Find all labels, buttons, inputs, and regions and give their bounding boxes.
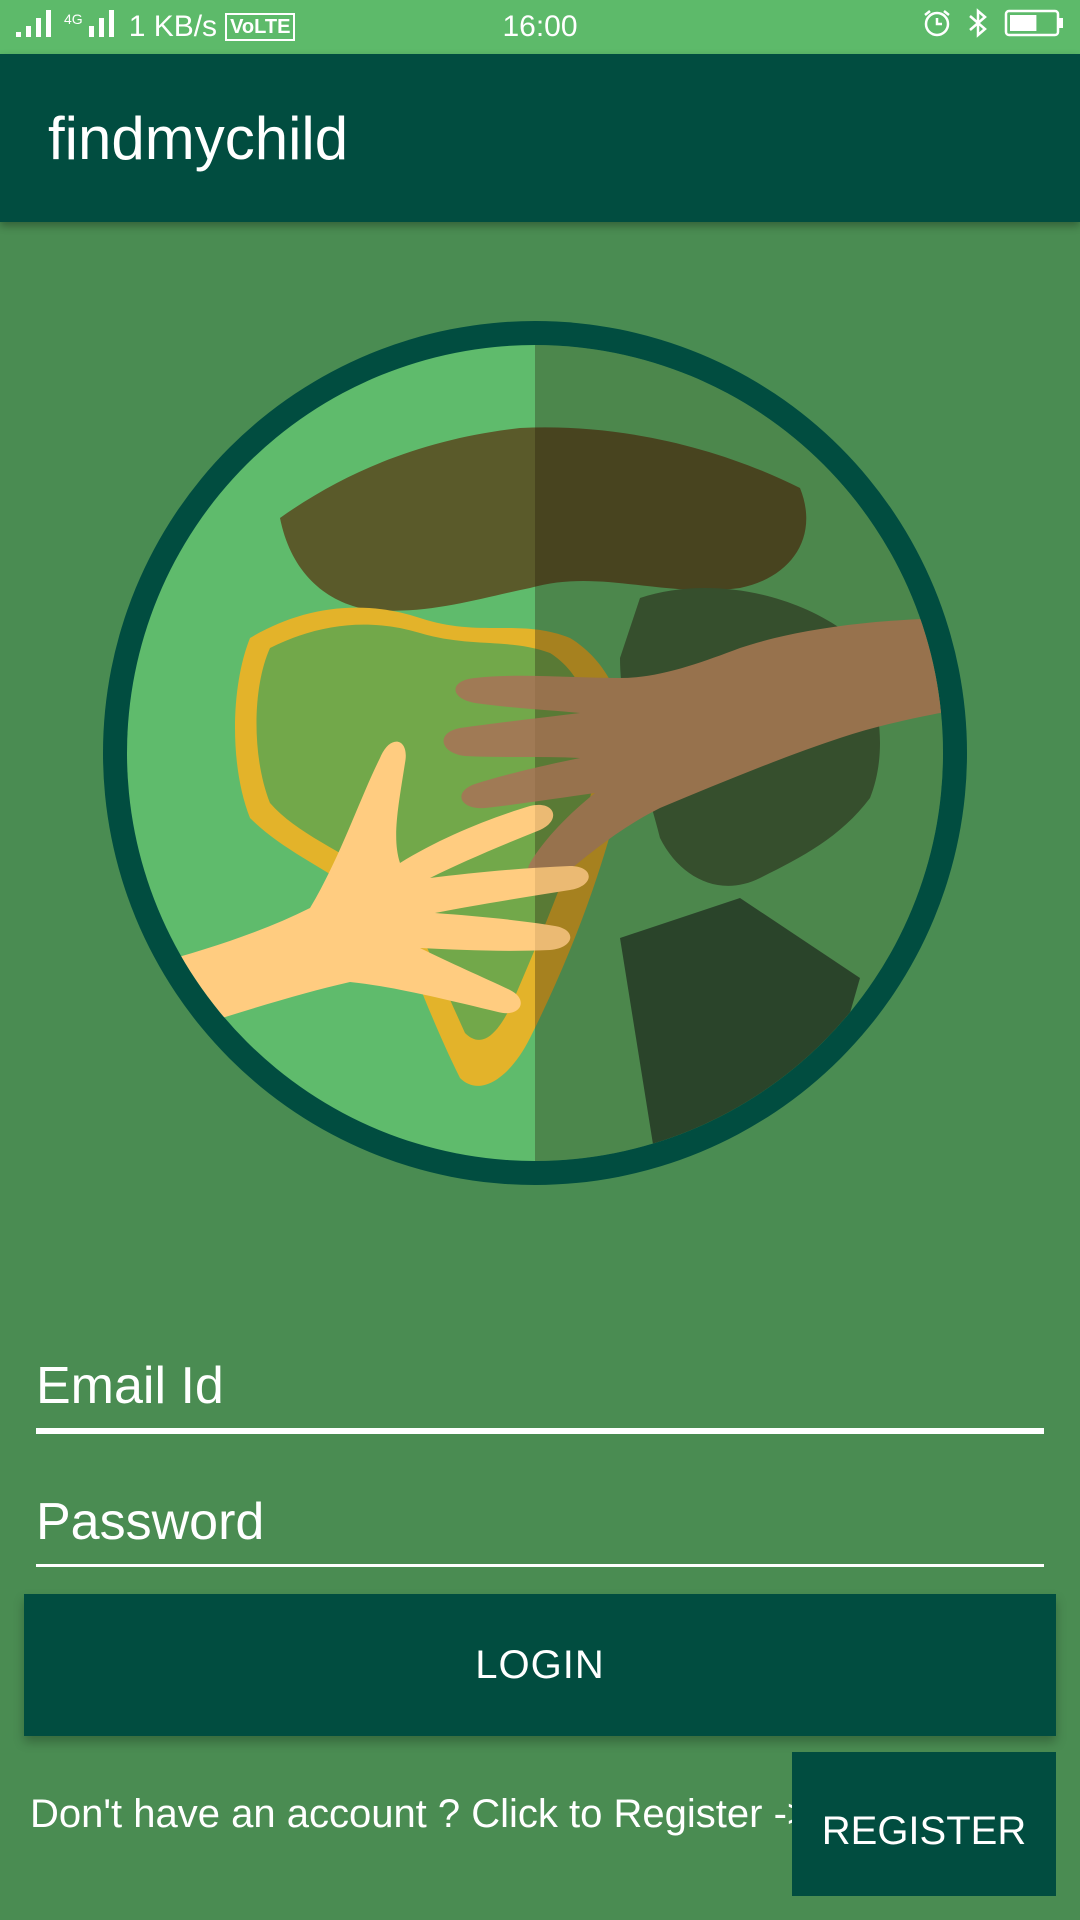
network-type: 4G xyxy=(64,11,83,27)
battery-icon xyxy=(1004,8,1066,46)
bluetooth-icon xyxy=(966,7,990,47)
email-underline xyxy=(36,1428,1044,1434)
status-left: 4G 1 KB/s VoLTE xyxy=(14,0,296,54)
password-underline xyxy=(36,1564,1044,1567)
email-input[interactable] xyxy=(36,1356,1044,1416)
email-field-wrap xyxy=(36,1356,1044,1436)
globe-hands-logo xyxy=(100,318,970,1188)
password-field-wrap xyxy=(36,1492,1044,1572)
password-input[interactable] xyxy=(36,1492,1044,1552)
signal-icon xyxy=(14,8,56,46)
volte-badge: VoLTE xyxy=(225,13,296,41)
network-speed: 1 KB/s xyxy=(128,10,218,43)
status-bar: 4G 1 KB/s VoLTE 16:00 xyxy=(0,0,1080,54)
app-title: findmychild xyxy=(48,105,349,172)
signal-4g-icon xyxy=(87,8,121,46)
alarm-icon xyxy=(922,8,952,46)
app-bar: findmychild xyxy=(0,54,1080,222)
login-button[interactable]: LOGIN xyxy=(24,1594,1056,1736)
register-prompt: Don't have an account ? Click to Registe… xyxy=(30,1792,811,1836)
status-time: 16:00 xyxy=(502,10,578,43)
register-button[interactable]: REGISTER xyxy=(792,1752,1056,1896)
status-right xyxy=(922,0,1066,54)
